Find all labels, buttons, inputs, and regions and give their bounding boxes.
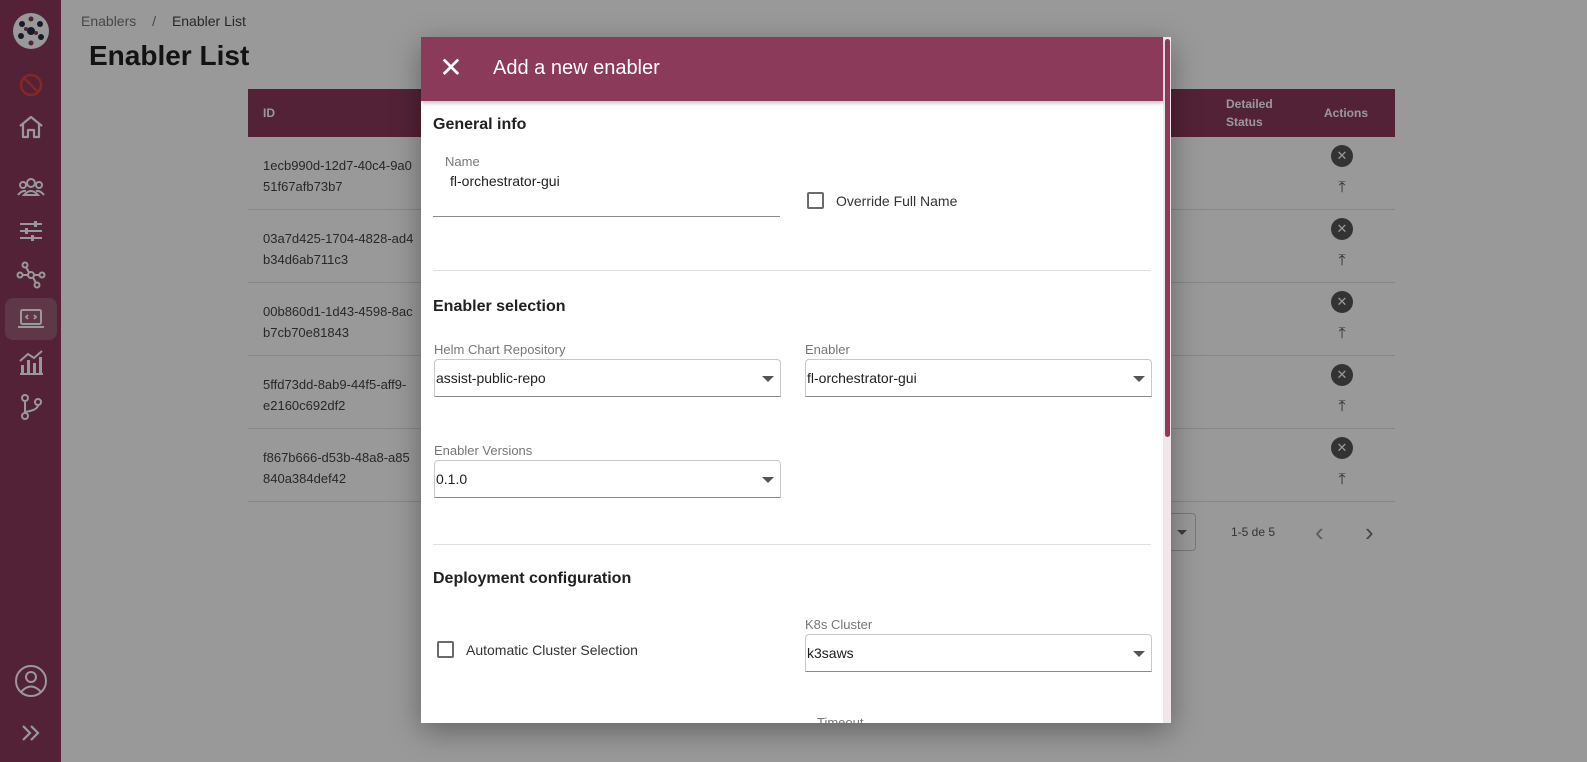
divider [433,270,1151,271]
chevron-down-icon[interactable] [762,376,774,382]
chevron-down-icon[interactable] [1133,376,1145,382]
deployment-configuration-title: Deployment configuration [433,570,632,587]
add-enabler-dialog: ✕ Add a new enabler General info Name fl… [421,37,1171,723]
enabler-selection-title: Enabler selection [433,298,566,315]
helm-chart-repository-box[interactable]: assist-public-repo [434,359,781,397]
name-value[interactable]: fl-orchestrator-gui [450,173,560,189]
checkbox-icon[interactable] [807,192,824,209]
scrollbar-thumb[interactable] [1165,39,1170,437]
k8s-cluster-select[interactable]: K8s Cluster k3saws [805,617,1152,672]
override-full-name-checkbox[interactable]: Override Full Name [807,192,957,209]
enabler-box[interactable]: fl-orchestrator-gui [805,359,1152,397]
k8s-cluster-value: k3saws [807,645,854,661]
helm-chart-repository-label: Helm Chart Repository [434,342,566,357]
enabler-versions-value: 0.1.0 [436,471,468,487]
dialog-scrollbar[interactable] [1163,37,1171,723]
timeout-label: Timeout [817,715,864,723]
enabler-label: Enabler [805,342,850,357]
helm-chart-repository-value: assist-public-repo [436,370,546,386]
automatic-cluster-selection-label: Automatic Cluster Selection [466,641,638,658]
general-info-title: General info [433,116,527,133]
k8s-cluster-label: K8s Cluster [805,617,873,632]
override-full-name-label: Override Full Name [836,192,958,209]
enabler-value: fl-orchestrator-gui [807,370,917,386]
enabler-versions-label: Enabler Versions [434,443,533,458]
name-field[interactable]: Name fl-orchestrator-gui [433,151,780,217]
dialog-title: Add a new enabler [493,57,660,79]
k8s-cluster-box[interactable]: k3saws [805,634,1152,672]
chevron-down-icon[interactable] [762,477,774,483]
name-label: Name [445,154,480,169]
checkbox-icon[interactable] [437,641,454,658]
automatic-cluster-selection-checkbox[interactable]: Automatic Cluster Selection [437,641,638,658]
enabler-versions-select[interactable]: Enabler Versions 0.1.0 [434,443,781,498]
chevron-down-icon[interactable] [1133,651,1145,657]
close-icon[interactable]: ✕ [437,54,465,83]
enabler-versions-box[interactable]: 0.1.0 [434,460,781,498]
enabler-select[interactable]: Enabler fl-orchestrator-gui [805,342,1152,397]
dialog-header: ✕ Add a new enabler [421,37,1163,101]
helm-chart-repository-select[interactable]: Helm Chart Repository assist-public-repo [434,342,781,397]
divider [433,544,1151,545]
